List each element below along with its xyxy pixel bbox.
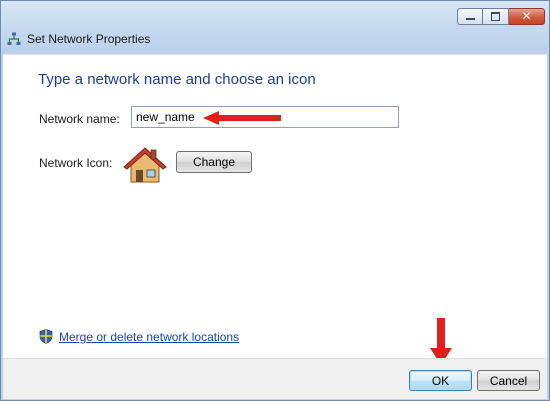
merge-delete-locations-link[interactable]: Merge or delete network locations bbox=[59, 330, 239, 344]
breadcrumb: Set Network Properties bbox=[7, 30, 150, 48]
change-icon-button[interactable]: Change bbox=[176, 151, 252, 173]
window-title: Set Network Properties bbox=[27, 32, 151, 46]
maximize-button[interactable] bbox=[483, 8, 509, 25]
content-area: Type a network name and choose an icon N… bbox=[3, 54, 547, 358]
set-network-properties-window: ✕ Set Network Properties Type a network … bbox=[0, 0, 550, 401]
minimize-button[interactable] bbox=[457, 8, 483, 25]
close-button[interactable]: ✕ bbox=[509, 8, 545, 25]
network-name-label: Network name: bbox=[39, 112, 120, 126]
ok-button[interactable]: OK bbox=[409, 370, 472, 391]
red-arrow-left-icon bbox=[203, 111, 281, 125]
dialog-footer: OK Cancel bbox=[3, 358, 547, 399]
page-heading: Type a network name and choose an icon bbox=[38, 71, 316, 88]
shield-icon bbox=[39, 329, 53, 344]
maximize-icon bbox=[483, 9, 508, 24]
merge-link-row: Merge or delete network locations bbox=[39, 329, 239, 344]
network-icon bbox=[7, 32, 21, 45]
cancel-button[interactable]: Cancel bbox=[477, 370, 540, 391]
house-icon bbox=[123, 147, 167, 183]
close-icon: ✕ bbox=[521, 9, 532, 23]
minimize-icon bbox=[458, 9, 482, 24]
network-icon-label: Network Icon: bbox=[39, 156, 113, 170]
